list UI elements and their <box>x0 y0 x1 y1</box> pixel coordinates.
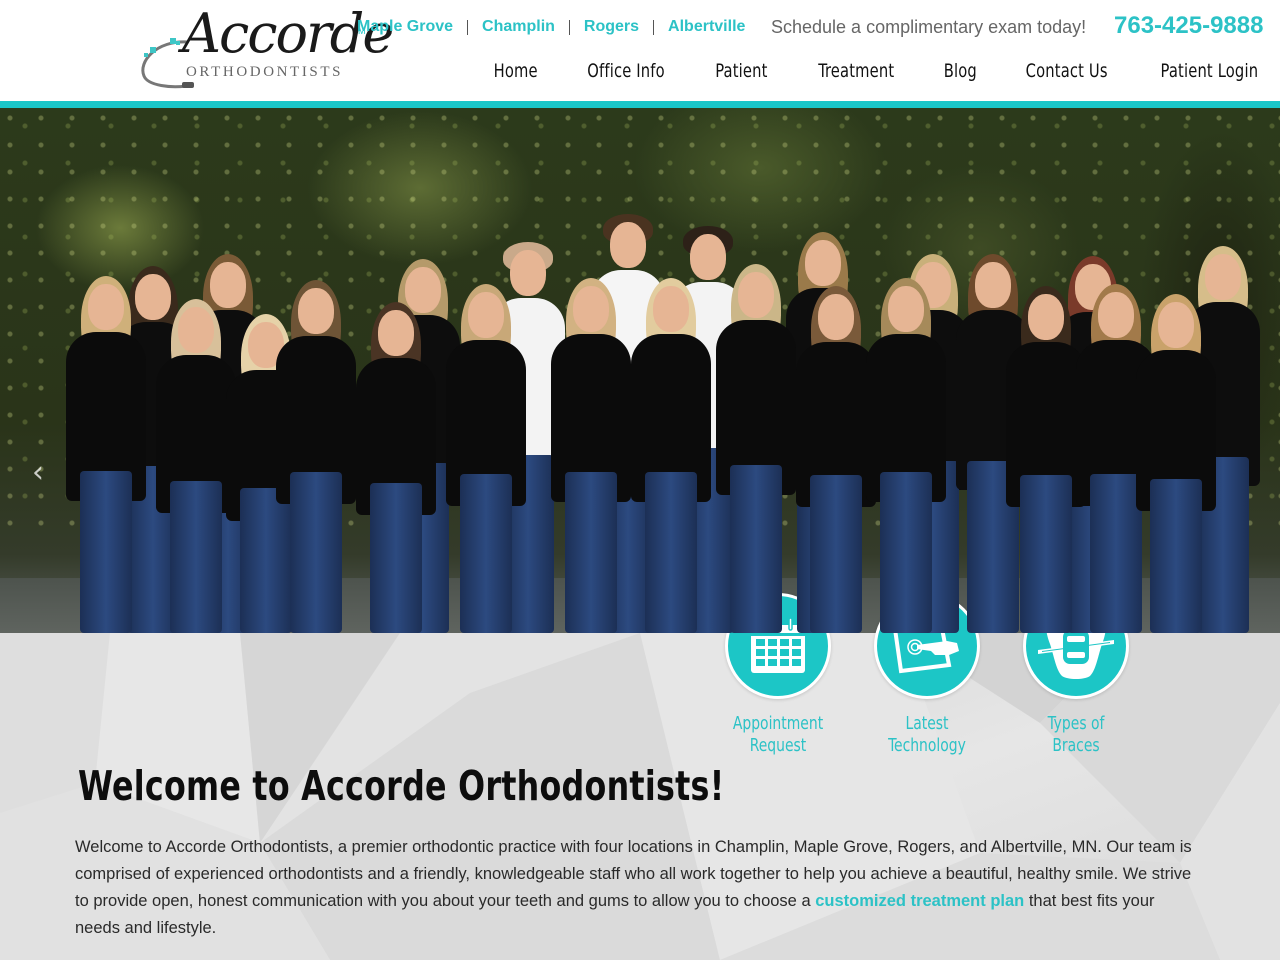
team-member-figure <box>860 278 952 633</box>
divider <box>467 19 469 35</box>
team-member-figure <box>440 284 532 633</box>
slider-prev-arrow[interactable]: ‹ <box>32 458 56 488</box>
label-line: Braces <box>1052 735 1100 756</box>
quick-link-label: Latest Technology <box>863 713 992 757</box>
label-line: Technology <box>888 735 966 756</box>
quick-link-label: Types of Braces <box>1012 713 1141 757</box>
team-group <box>20 214 1270 633</box>
location-link-albertville[interactable]: Albertville <box>668 18 745 36</box>
site-header: Accorde M ORTHODONTISTS Maple Grove Cham… <box>0 0 1280 101</box>
team-member-figure <box>60 276 152 633</box>
team-member-figure <box>1130 294 1222 633</box>
header-accent-bar <box>0 101 1280 108</box>
nav-home[interactable]: Home <box>476 60 555 82</box>
team-member-figure <box>350 302 442 633</box>
nav-office-info[interactable]: Office Info <box>570 60 682 82</box>
label-line: Latest <box>905 713 949 734</box>
chevron-left-icon: ‹ <box>32 455 44 490</box>
logo[interactable]: Accorde M ORTHODONTISTS <box>136 2 394 92</box>
nav-treatment[interactable]: Treatment <box>801 60 911 82</box>
team-member-figure <box>545 278 637 633</box>
nav-patient[interactable]: Patient <box>698 60 785 82</box>
welcome-heading: Welcome to Accorde Orthodontists! <box>78 762 725 810</box>
divider <box>653 19 655 35</box>
label-line: Request <box>749 735 807 756</box>
logo-subtitle: ORTHODONTISTS <box>186 64 344 80</box>
main-nav: Home Office Info Patient Treatment Blog … <box>470 60 1268 82</box>
quick-link-label: Appointment Request <box>714 713 843 757</box>
hero-team-photo: ‹ <box>0 108 1280 633</box>
label-line: Appointment <box>732 713 824 734</box>
nav-blog[interactable]: Blog <box>926 60 994 82</box>
schedule-text: Schedule a complimentary exam today! <box>771 17 1087 37</box>
customized-treatment-plan-link[interactable]: customized treatment plan <box>815 892 1024 910</box>
nav-patient-login[interactable]: Patient Login <box>1144 60 1259 82</box>
team-member-figure <box>710 264 802 633</box>
team-member-figure <box>270 280 362 633</box>
divider <box>568 19 570 35</box>
label-line: Types of <box>1047 713 1105 734</box>
location-link-champlin[interactable]: Champlin <box>482 18 555 36</box>
location-links: Maple Grove Champlin Rogers Albertville <box>357 18 745 36</box>
team-member-figure <box>625 278 717 633</box>
phone-link[interactable]: 763-425-9888 <box>1114 12 1263 40</box>
location-link-rogers[interactable]: Rogers <box>584 18 639 36</box>
location-link-maple-grove[interactable]: Maple Grove <box>357 18 453 36</box>
welcome-paragraph: Welcome to Accorde Orthodontists, a prem… <box>75 834 1195 942</box>
nav-contact-us[interactable]: Contact Us <box>1009 60 1125 82</box>
